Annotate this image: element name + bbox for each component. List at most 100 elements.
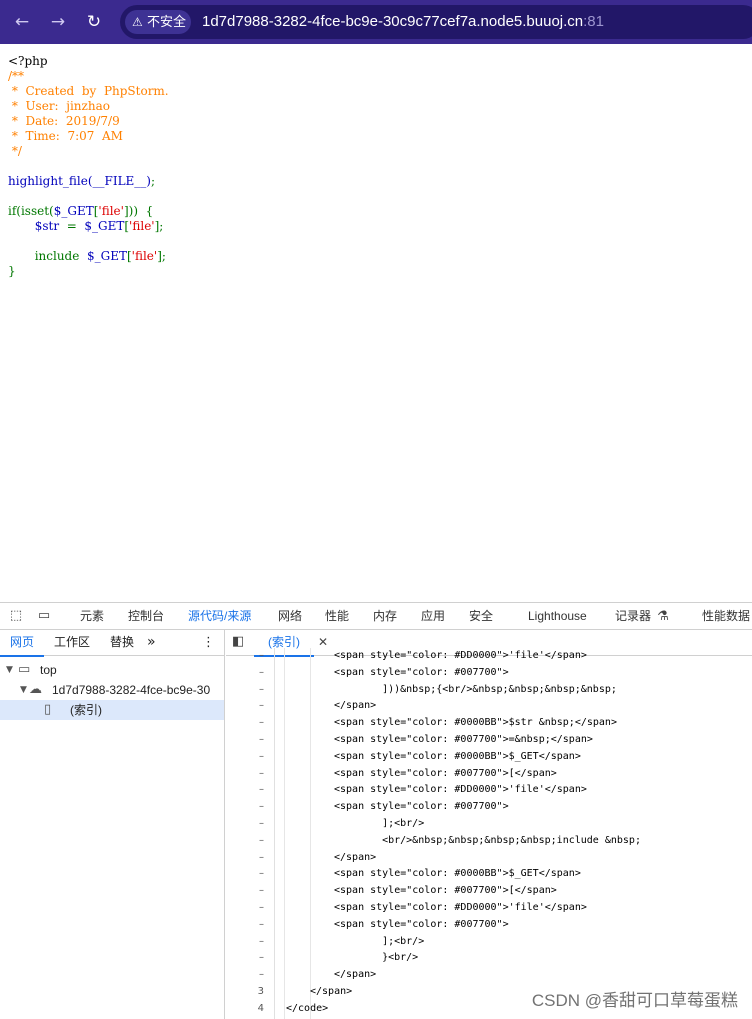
- code-token: $str: [34, 219, 67, 233]
- line-number: –: [259, 834, 264, 846]
- tree-item-top[interactable]: ▼ ▭ top: [0, 660, 224, 680]
- toggle-navigator-icon[interactable]: ◧: [232, 634, 244, 649]
- source-line: – <span style="color: #007700">=&nbsp;</s…: [226, 732, 752, 749]
- line-content: </span>: [334, 700, 377, 712]
- code-token: highlight_file(__FILE__): [8, 174, 151, 188]
- source-line: – <span style="color: #0000BB">$str &nbsp…: [226, 715, 752, 732]
- tab-recorder[interactable]: 记录器: [615, 603, 651, 629]
- code-token: ];: [154, 219, 164, 233]
- tab-lighthouse[interactable]: Lighthouse: [528, 603, 587, 629]
- highlighted-php-source: <?php /** * Created by PhpStorm. * User:…: [8, 54, 169, 279]
- code-token: ])) {: [123, 204, 154, 218]
- tab-console[interactable]: 控制台: [128, 603, 164, 629]
- tab-application[interactable]: 应用: [421, 603, 445, 629]
- line-number: –: [259, 666, 264, 678]
- source-editor: ◧ (索引) ✕ – <span style="color: #DD0000">'…: [226, 630, 752, 1019]
- frame-icon: ▭: [18, 662, 31, 677]
- source-line: – <span style="color: #007700">: [226, 665, 752, 682]
- tab-security[interactable]: 安全: [469, 603, 493, 629]
- source-line: – </span>: [226, 698, 752, 715]
- tab-workspace[interactable]: 工作区: [54, 630, 90, 655]
- line-number: –: [259, 901, 264, 913]
- url-port: :81: [583, 13, 604, 30]
- line-number: –: [259, 784, 264, 796]
- line-content: ]))&nbsp;{<br/>&nbsp;&nbsp;&nbsp;&nbsp;: [358, 683, 617, 695]
- expand-triangle-icon[interactable]: ▼: [6, 660, 13, 680]
- line-number: –: [259, 700, 264, 712]
- reload-icon[interactable]: ↻: [82, 10, 106, 34]
- tab-overrides[interactable]: 替换: [110, 630, 134, 655]
- line-number: –: [259, 767, 264, 779]
- url-text[interactable]: 1d7d7988-3282-4fce-bc9e-30c9c77cef7a.nod…: [202, 5, 604, 39]
- code-line: */: [8, 144, 22, 158]
- code-token: 'file': [98, 204, 124, 218]
- address-bar[interactable]: ⚠ 不安全 1d7d7988-3282-4fce-bc9e-30c9c77cef…: [120, 5, 752, 39]
- tree-label: (索引): [70, 703, 102, 717]
- flask-icon: ⚗: [657, 609, 669, 624]
- watermark: CSDN @香甜可口草莓蛋糕: [531, 991, 738, 1010]
- tree-item-domain[interactable]: ▼ ☁ 1d7d7988-3282-4fce-bc9e-30: [0, 680, 224, 700]
- security-chip[interactable]: ⚠ 不安全: [125, 10, 191, 34]
- back-arrow-icon[interactable]: ←: [10, 10, 34, 34]
- code-token: $_GET: [86, 249, 127, 263]
- tab-memory[interactable]: 内存: [373, 603, 397, 629]
- code-line: * Created by PhpStorm.: [8, 84, 169, 98]
- line-number: –: [259, 935, 264, 947]
- tab-performance-insights[interactable]: 性能数据: [702, 603, 750, 629]
- code-token: ];: [157, 249, 166, 263]
- line-content: ];<br/>: [358, 817, 425, 829]
- code-token: =: [66, 219, 85, 233]
- inspect-element-icon[interactable]: ⬚: [8, 608, 24, 624]
- code-token: include: [34, 249, 87, 263]
- tab-sources[interactable]: 源代码/来源: [178, 603, 261, 629]
- browser-toolbar: ← → ↻ ⚠ 不安全 1d7d7988-3282-4fce-bc9e-30c9…: [0, 0, 752, 44]
- code-line: * Date: 2019/7/9: [8, 114, 120, 128]
- line-number: –: [259, 851, 264, 863]
- kebab-menu-icon[interactable]: ⋮: [202, 630, 215, 655]
- more-tabs-icon[interactable]: »: [147, 630, 156, 655]
- line-content: </span>: [334, 969, 377, 981]
- source-line: – <span style="color: #007700">: [226, 799, 752, 816]
- code-line: * Time: 7:07 AM: [8, 129, 123, 143]
- cloud-icon: ☁: [29, 682, 42, 697]
- url-host: 1d7d7988-3282-4fce-bc9e-30c9c77cef7a.nod…: [202, 13, 584, 30]
- source-line: – }<br/>: [226, 950, 752, 967]
- line-content: <span style="color: #DD0000">'file'</spa…: [334, 784, 587, 796]
- line-content: ];<br/>: [358, 935, 425, 947]
- line-content: </span>: [310, 985, 353, 997]
- source-line: – </span>: [226, 967, 752, 984]
- line-number: –: [259, 885, 264, 897]
- code-line: }: [8, 264, 16, 278]
- line-number: –: [259, 650, 264, 661]
- tab-page[interactable]: 网页: [0, 630, 45, 657]
- source-line: – <br/>&nbsp;&nbsp;&nbsp;&nbsp;include &…: [226, 833, 752, 850]
- source-line: – ];<br/>: [226, 816, 752, 833]
- source-line: – <span style="color: #007700">[</span>: [226, 883, 752, 900]
- line-number: –: [259, 683, 264, 695]
- warning-triangle-icon: ⚠: [132, 15, 143, 29]
- tab-performance[interactable]: 性能: [325, 603, 349, 629]
- line-content: <span style="color: #0000BB">$_GET</span…: [334, 750, 581, 762]
- line-content: <span style="color: #007700">: [334, 801, 509, 813]
- code-line: * User: jinzhao: [8, 99, 110, 113]
- file-icon: ▯: [44, 702, 52, 717]
- forward-arrow-icon[interactable]: →: [46, 10, 70, 34]
- tab-network[interactable]: 网络: [278, 603, 302, 629]
- code-token: ;: [151, 174, 156, 188]
- line-content: <span style="color: #007700">[</span>: [334, 767, 557, 779]
- tree-label: 1d7d7988-3282-4fce-bc9e-30: [52, 683, 211, 697]
- source-lines: – <span style="color: #DD0000">'file'</sp…: [226, 648, 752, 1019]
- tree-item-file[interactable]: ▯ (索引): [0, 700, 224, 720]
- device-toolbar-icon[interactable]: ▭: [36, 608, 52, 624]
- source-line: – <span style="color: #007700">: [226, 917, 752, 934]
- tree-label: top: [40, 663, 57, 677]
- line-number: –: [259, 733, 264, 745]
- tab-elements[interactable]: 元素: [80, 603, 104, 629]
- line-number: –: [259, 918, 264, 930]
- line-content: </span>: [334, 851, 377, 863]
- line-number: –: [259, 817, 264, 829]
- line-number: –: [259, 801, 264, 813]
- line-content: <br/>&nbsp;&nbsp;&nbsp;&nbsp;include &nb…: [358, 834, 641, 846]
- expand-triangle-icon[interactable]: ▼: [20, 680, 27, 700]
- line-content: }<br/>: [358, 952, 419, 964]
